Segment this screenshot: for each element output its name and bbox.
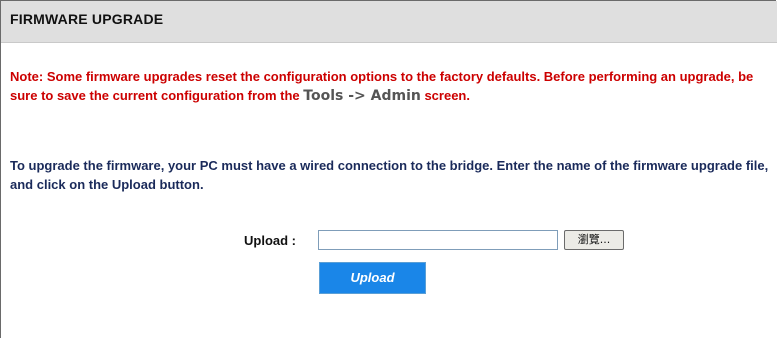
upload-label: Upload : [244, 233, 296, 248]
tools-admin-path: Tools -> Admin [303, 88, 421, 104]
section-title: FIRMWARE UPGRADE [10, 11, 164, 27]
warning-note-text-end: screen. [420, 88, 470, 103]
warning-note: Note: Some firmware upgrades reset the c… [10, 67, 770, 106]
upload-button[interactable]: Upload [319, 262, 426, 294]
upgrade-instructions: To upgrade the firmware, your PC must ha… [10, 158, 769, 192]
section-header: FIRMWARE UPGRADE [1, 1, 777, 43]
firmware-upgrade-panel: FIRMWARE UPGRADE Note: Some firmware upg… [0, 0, 777, 338]
browse-button[interactable]: 瀏覽... [564, 230, 624, 250]
firmware-file-input[interactable] [318, 230, 558, 250]
